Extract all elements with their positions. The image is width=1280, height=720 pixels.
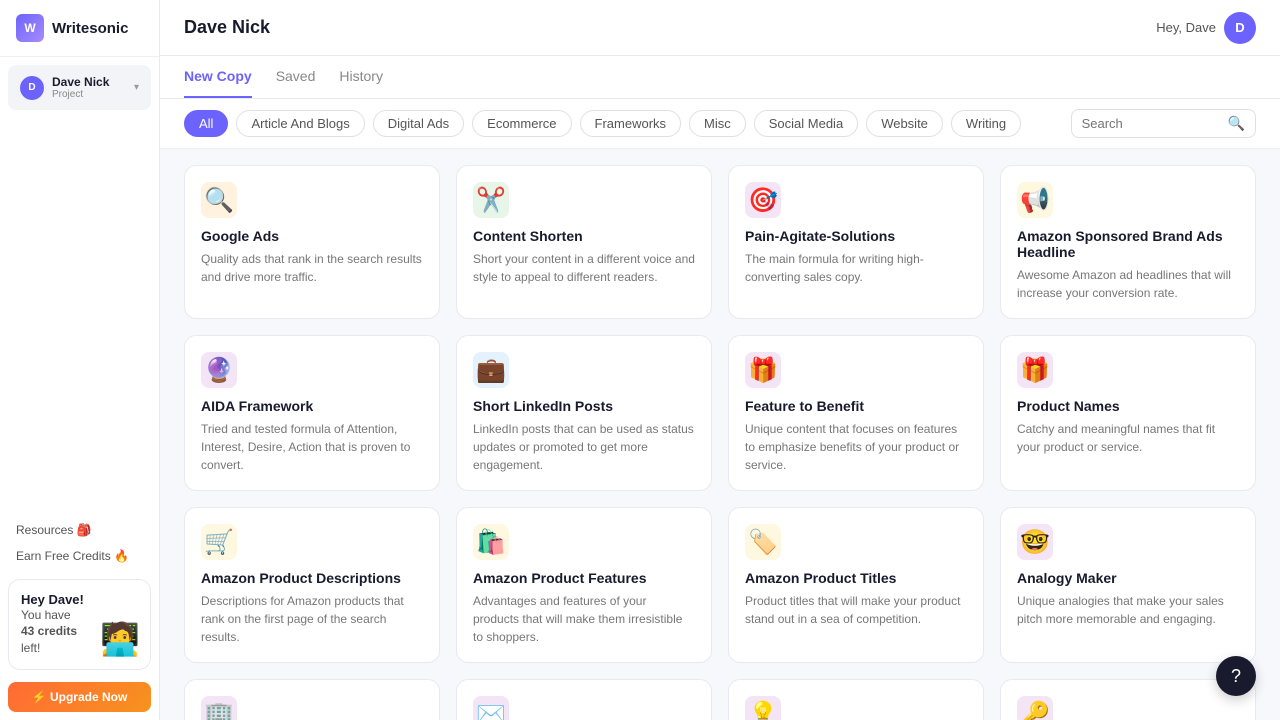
card-icon: ✂️: [473, 182, 509, 218]
card-icon: 🛒: [201, 524, 237, 560]
tab-history[interactable]: History: [339, 56, 383, 98]
logo-icon: W: [16, 14, 44, 42]
card-title: Product Names: [1017, 398, 1239, 414]
card-amazon-product-titles[interactable]: 🏷️ Amazon Product Titles Product titles …: [728, 507, 984, 663]
user-avatar[interactable]: D: [1224, 12, 1256, 44]
filter-digital-ads[interactable]: Digital Ads: [373, 110, 464, 137]
card-feature-to-benefit[interactable]: 🎁 Feature to Benefit Unique content that…: [728, 335, 984, 491]
card-amazon-product-features[interactable]: 🛍️ Amazon Product Features Advantages an…: [456, 507, 712, 663]
card-analogy-maker[interactable]: 🤓 Analogy Maker Unique analogies that ma…: [1000, 507, 1256, 663]
logo-text: Writesonic: [52, 20, 128, 37]
card-title: Short LinkedIn Posts: [473, 398, 695, 414]
main-header: Dave Nick Hey, Dave D: [160, 0, 1280, 56]
credits-popup: Hey Dave! You have 43 credits left! 🧑‍💻: [8, 579, 151, 670]
filter-ecommerce[interactable]: Ecommerce: [472, 110, 571, 137]
card-title: Google Ads: [201, 228, 423, 244]
credits-hey: Hey Dave!: [21, 592, 138, 607]
search-box[interactable]: 🔍: [1071, 109, 1256, 138]
page-title: Dave Nick: [184, 17, 270, 38]
card-title: Amazon Product Features: [473, 570, 695, 586]
card-icon: 🏢: [201, 696, 237, 720]
sidebar-earn-link[interactable]: Earn Free Credits 🔥: [0, 545, 159, 571]
card-amazon-sponsored-brand-ads-headline[interactable]: 📢 Amazon Sponsored Brand Ads Headline Aw…: [1000, 165, 1256, 319]
card-title: Analogy Maker: [1017, 570, 1239, 586]
search-input[interactable]: [1082, 116, 1222, 131]
credits-illustration: 🧑‍💻: [90, 609, 150, 669]
card-title: Pain-Agitate-Solutions: [745, 228, 967, 244]
sidebar-user[interactable]: D Dave Nick Project ▾: [8, 65, 151, 110]
hey-text: Hey, Dave: [1156, 20, 1216, 35]
card-desc: Unique analogies that make your sales pi…: [1017, 592, 1239, 628]
filter-frameworks[interactable]: Frameworks: [580, 110, 682, 137]
card-desc: LinkedIn posts that can be used as statu…: [473, 420, 695, 474]
card-title: Content Shorten: [473, 228, 695, 244]
card-aida-framework[interactable]: 🔮 AIDA Framework Tried and tested formul…: [184, 335, 440, 491]
card-desc: The main formula for writing high-conver…: [745, 250, 967, 286]
card-icon: 📢: [1017, 182, 1053, 218]
card-short-linkedin-posts[interactable]: 💼 Short LinkedIn Posts LinkedIn posts th…: [456, 335, 712, 491]
card-icon: 🎯: [745, 182, 781, 218]
card-icon: 🎁: [745, 352, 781, 388]
card-title: AIDA Framework: [201, 398, 423, 414]
card-icon: ✉️: [473, 696, 509, 720]
card-title: Amazon Product Titles: [745, 570, 967, 586]
card-desc: Descriptions for Amazon products that ra…: [201, 592, 423, 646]
cards-container: 🔍 Google Ads Quality ads that rank in th…: [160, 149, 1280, 720]
logo: W Writesonic: [0, 0, 159, 57]
card-google-ads[interactable]: 🔍 Google Ads Quality ads that rank in th…: [184, 165, 440, 319]
tabs-row: New Copy Saved History: [160, 56, 1280, 99]
card-emails[interactable]: ✉️ Emails Professional-looking emails th…: [456, 679, 712, 720]
chevron-down-icon: ▾: [134, 82, 139, 93]
card-pain-agitate-solutions[interactable]: 🎯 Pain-Agitate-Solutions The main formul…: [728, 165, 984, 319]
tab-new-copy[interactable]: New Copy: [184, 56, 252, 98]
card-title: Amazon Product Descriptions: [201, 570, 423, 586]
card-desc: Unique content that focuses on features …: [745, 420, 967, 474]
card-desc: Advantages and features of your products…: [473, 592, 695, 646]
card-desc: Short your content in a different voice …: [473, 250, 695, 286]
card-icon: 🏷️: [745, 524, 781, 560]
card-icon: 🎁: [1017, 352, 1053, 388]
card-icon: 🛍️: [473, 524, 509, 560]
card-product-names[interactable]: 🎁 Product Names Catchy and meaningful na…: [1000, 335, 1256, 491]
sidebar-user-name: Dave Nick: [52, 75, 109, 89]
card-icon: 💡: [745, 696, 781, 720]
sidebar-resources-link[interactable]: Resources 🎒: [0, 515, 159, 545]
tab-saved[interactable]: Saved: [276, 56, 316, 98]
main-content: Dave Nick Hey, Dave D New Copy Saved His…: [160, 0, 1280, 720]
card-icon: 💼: [473, 352, 509, 388]
card-title: Feature to Benefit: [745, 398, 967, 414]
card-icon: 🔮: [201, 352, 237, 388]
card-desc: Tried and tested formula of Attention, I…: [201, 420, 423, 474]
filter-article-and-blogs[interactable]: Article And Blogs: [236, 110, 364, 137]
filter-social-media[interactable]: Social Media: [754, 110, 858, 137]
card-content-shorten[interactable]: ✂️ Content Shorten Short your content in…: [456, 165, 712, 319]
card-desc: Catchy and meaningful names that fit you…: [1017, 420, 1239, 456]
sidebar: W Writesonic D Dave Nick Project ▾ Resou…: [0, 0, 160, 720]
card-growth-ideas[interactable]: 💡 Growth Ideas High-impact growth tactic…: [728, 679, 984, 720]
search-icon: 🔍: [1228, 115, 1245, 132]
card-amazon-product-descriptions[interactable]: 🛒 Amazon Product Descriptions Descriptio…: [184, 507, 440, 663]
card-icon: 🔑: [1017, 696, 1053, 720]
card-company-bios[interactable]: 🏢 Company Bios Short and sweet company b…: [184, 679, 440, 720]
filter-writing[interactable]: Writing: [951, 110, 1021, 137]
help-button[interactable]: ?: [1216, 656, 1256, 696]
sidebar-user-avatar: D: [20, 76, 44, 100]
card-icon: 🤓: [1017, 524, 1053, 560]
filter-website[interactable]: Website: [866, 110, 943, 137]
card-icon: 🔍: [201, 182, 237, 218]
upgrade-button[interactable]: ⚡ Upgrade Now: [8, 682, 151, 712]
card-desc: Awesome Amazon ad headlines that will in…: [1017, 266, 1239, 302]
sidebar-user-sub: Project: [52, 89, 109, 100]
filter-misc[interactable]: Misc: [689, 110, 746, 137]
card-title: Amazon Sponsored Brand Ads Headline: [1017, 228, 1239, 260]
filter-all[interactable]: All: [184, 110, 228, 137]
card-desc: Product titles that will make your produ…: [745, 592, 967, 628]
card-desc: Quality ads that rank in the search resu…: [201, 250, 423, 286]
filters-row: All Article And Blogs Digital Ads Ecomme…: [160, 99, 1280, 149]
cards-grid: 🔍 Google Ads Quality ads that rank in th…: [184, 165, 1256, 720]
